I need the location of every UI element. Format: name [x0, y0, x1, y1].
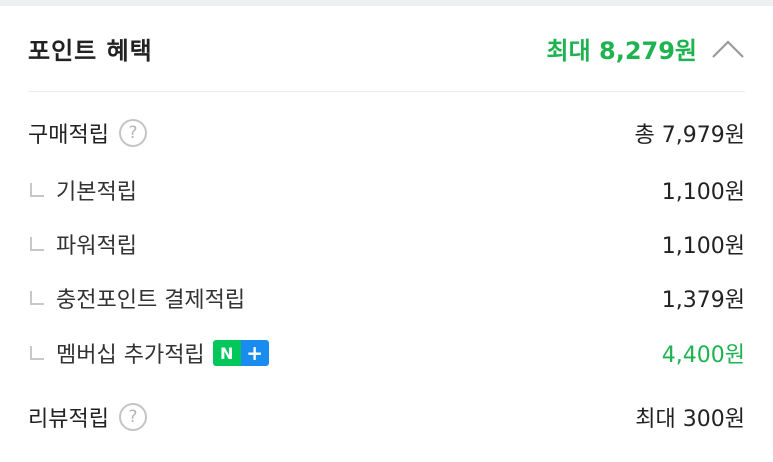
chevron-up-icon[interactable] — [711, 32, 745, 66]
purchase-points-label: 구매적립 — [28, 123, 109, 148]
purchase-points-total: 총 7,979원 — [634, 123, 745, 148]
list-item: 기본적립 1,100원 — [28, 170, 745, 210]
membership-points-label: 멤버십 추가적립 — [56, 343, 205, 368]
header-summary[interactable]: 최대 8,279원 — [546, 31, 745, 66]
list-item: 파워적립 1,100원 — [28, 224, 745, 264]
naver-n-icon: N — [212, 340, 241, 366]
point-benefit-header[interactable]: 포인트 혜택 최대 8,279원 — [28, 6, 745, 92]
branch-icon — [30, 346, 44, 360]
charge-points-value: 1,379원 — [661, 288, 745, 313]
plus-icon: + — [240, 340, 269, 366]
naver-plus-membership-badge: N + — [212, 340, 269, 366]
power-points-value: 1,100원 — [661, 234, 745, 259]
list-item: 멤버십 추가적립 N + 4,400원 — [28, 333, 745, 373]
branch-icon — [30, 183, 44, 197]
list-item: 충전포인트 결제적립 1,379원 — [28, 278, 745, 318]
branch-icon — [30, 291, 44, 305]
review-points-value: 최대 300원 — [635, 407, 745, 432]
charge-points-label: 충전포인트 결제적립 — [56, 288, 246, 313]
page-title: 포인트 혜택 — [28, 37, 153, 65]
power-points-label: 파워적립 — [56, 234, 137, 259]
review-points-row: 리뷰적립 ? 최대 300원 — [28, 397, 745, 437]
question-circle-icon[interactable]: ? — [118, 403, 147, 431]
purchase-points-row: 구매적립 ? 총 7,979원 — [28, 113, 745, 153]
branch-icon — [30, 237, 44, 251]
question-circle-icon[interactable]: ? — [118, 119, 147, 147]
membership-points-value: 4,400원 — [661, 343, 745, 368]
max-points-amount: 최대 8,279원 — [546, 37, 697, 65]
basic-points-value: 1,100원 — [661, 180, 745, 205]
basic-points-label: 기본적립 — [56, 180, 137, 205]
review-points-label: 리뷰적립 — [28, 407, 109, 432]
